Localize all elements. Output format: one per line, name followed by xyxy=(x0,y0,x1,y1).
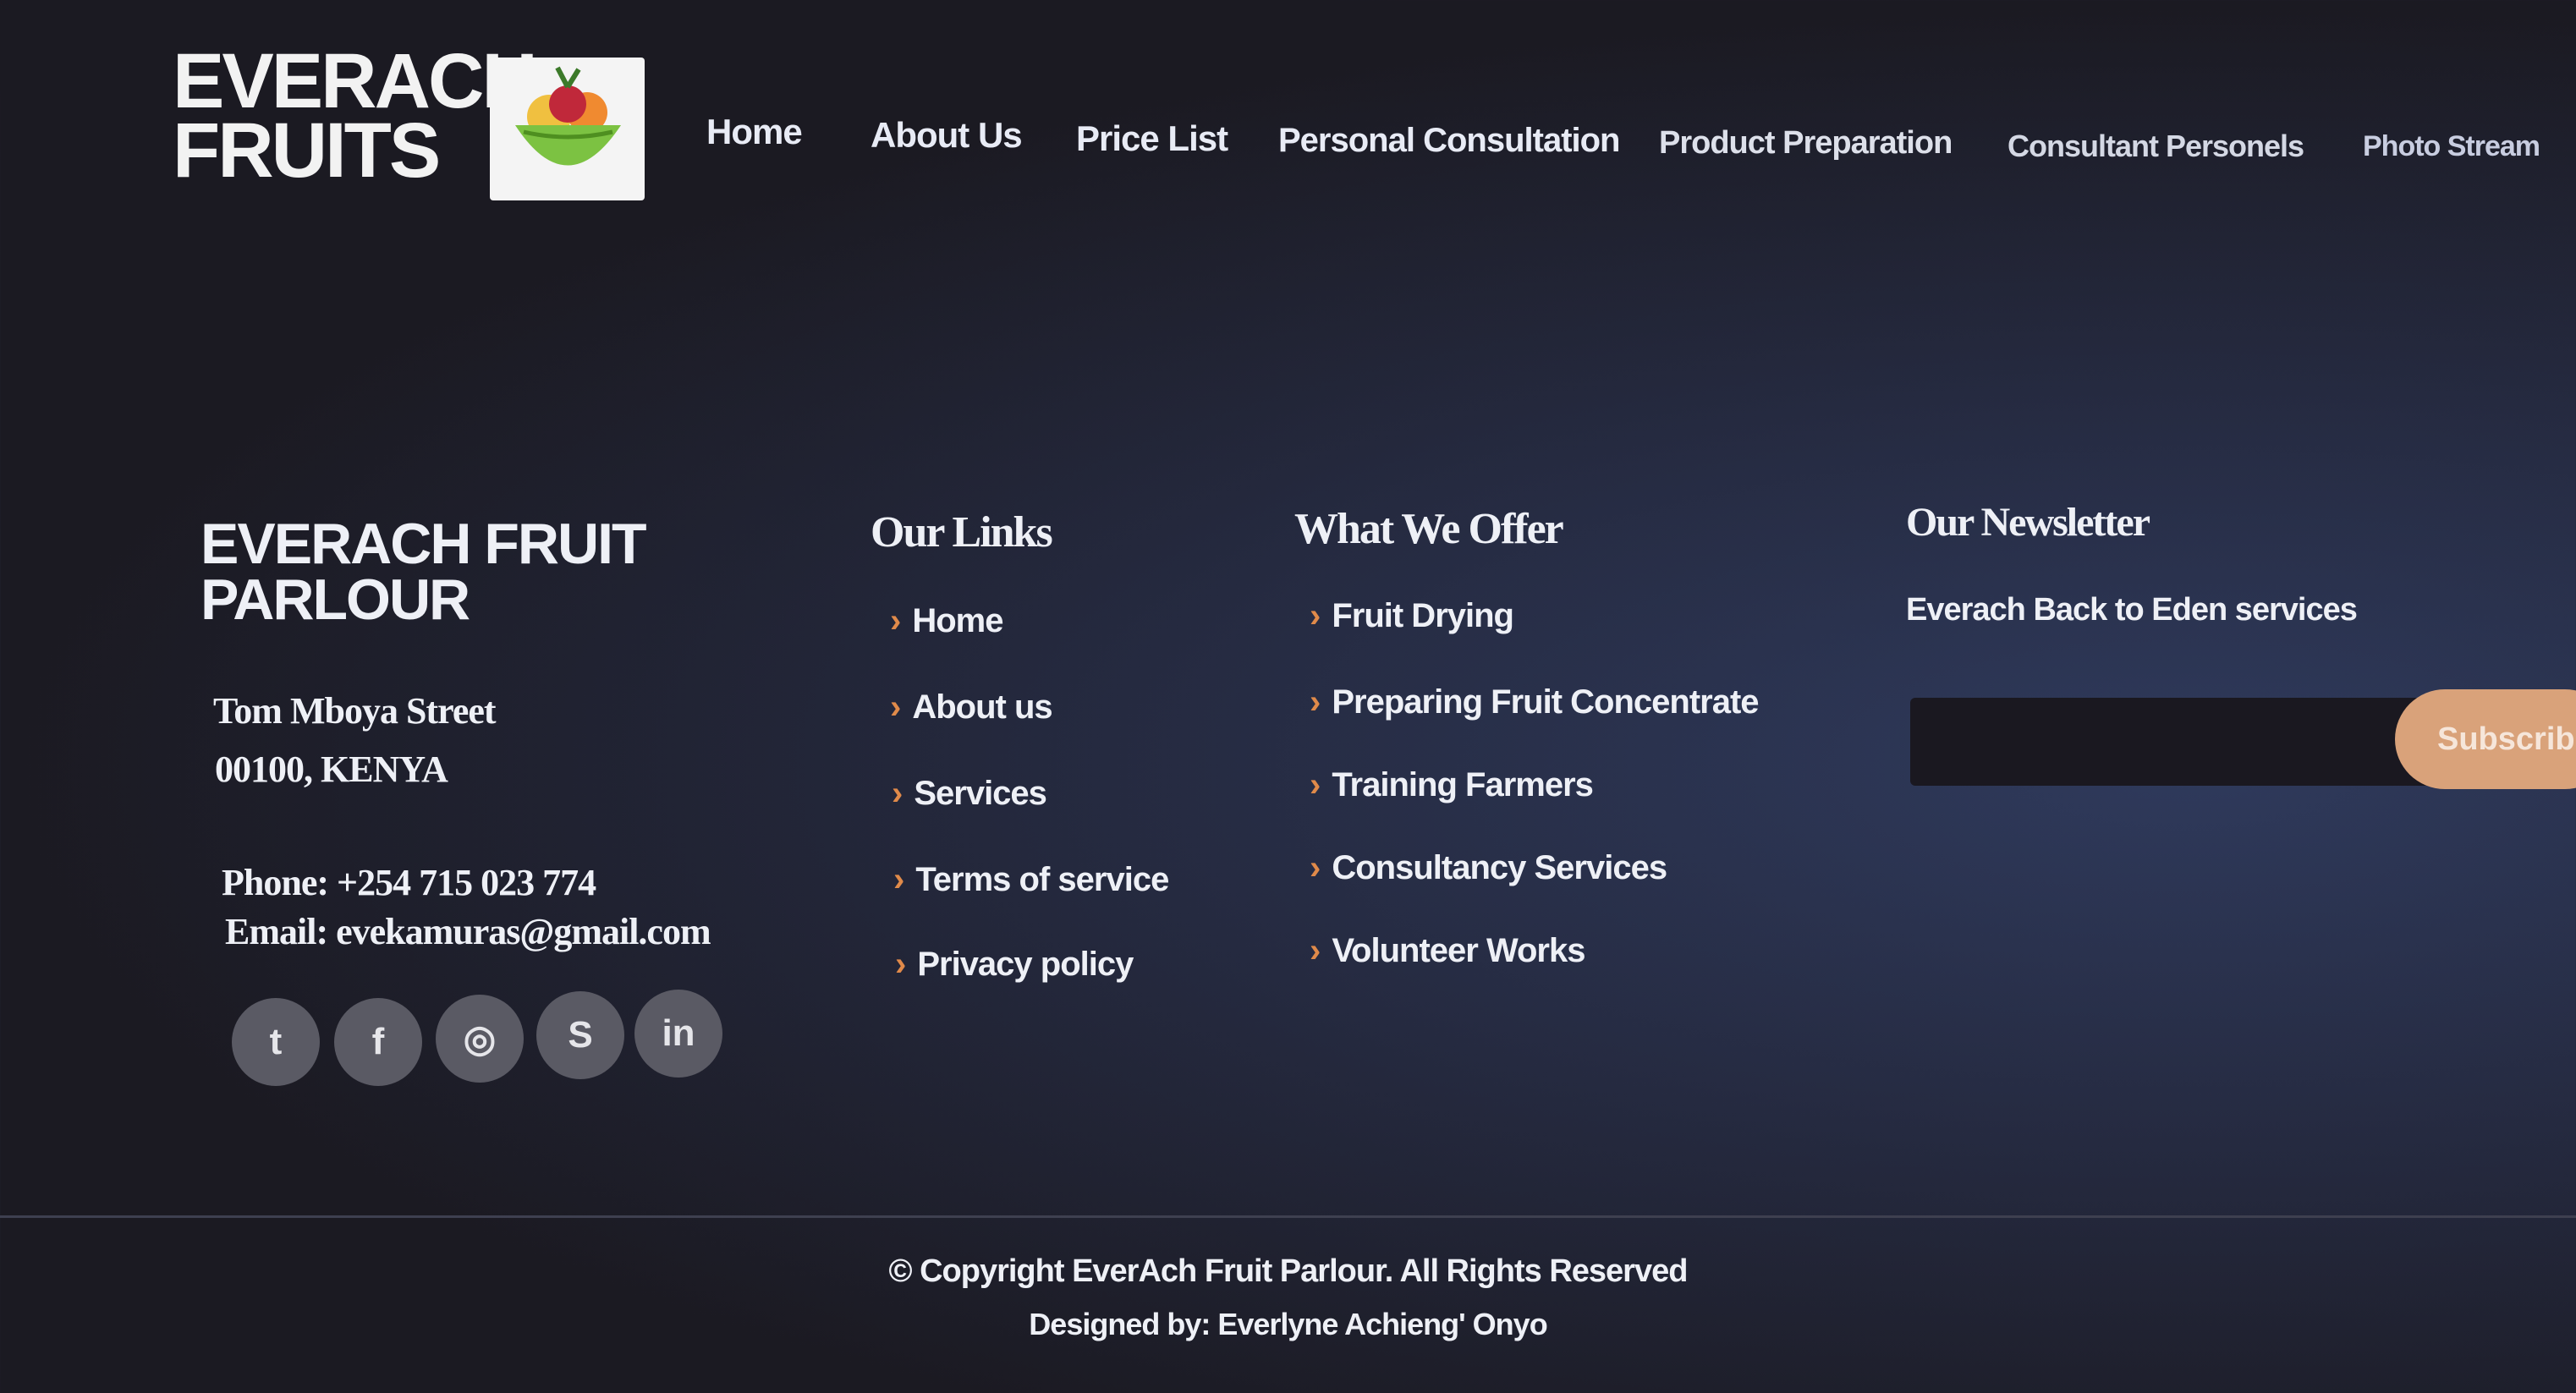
chevron-right-icon: › xyxy=(895,946,906,983)
chevron-right-icon: › xyxy=(1310,932,1321,969)
nav-product-preparation[interactable]: Product Preparation xyxy=(1659,125,1953,162)
chevron-right-icon: › xyxy=(890,688,901,726)
link-label: Home xyxy=(912,602,1003,639)
skype-icon[interactable]: S xyxy=(536,991,624,1079)
logo-line-1: EVERACH xyxy=(173,38,538,124)
offer-fruit-concentrate[interactable]: › Preparing Fruit Concentrate xyxy=(1310,683,1760,721)
linkedin-icon[interactable]: in xyxy=(634,990,722,1078)
nav-home[interactable]: Home xyxy=(706,112,803,152)
newsletter-heading: Our Newsletter xyxy=(1906,500,2150,545)
chevron-right-icon: › xyxy=(890,602,901,639)
address-line-2: 00100, KENYA xyxy=(215,749,448,790)
offer-label: Volunteer Works xyxy=(1332,932,1585,969)
footer-link-privacy[interactable]: › Privacy policy xyxy=(895,946,1134,984)
nav-about-us[interactable]: About Us xyxy=(871,115,1023,156)
newsletter-text: Everach Back to Eden services xyxy=(1906,592,2358,628)
offer-heading: What We Offer xyxy=(1294,505,1564,553)
footer-divider xyxy=(0,1215,2576,1218)
nav-personal-consultation[interactable]: Personal Consultation xyxy=(1278,122,1620,160)
chevron-right-icon: › xyxy=(892,775,903,812)
link-label: Services xyxy=(914,775,1047,812)
facebook-icon[interactable]: f xyxy=(334,998,422,1086)
instagram-icon[interactable]: ◎ xyxy=(436,995,524,1083)
logo-line-2: FRUITS xyxy=(173,107,441,194)
copyright: © Copyright EverAch Fruit Parlour. All R… xyxy=(888,1253,1689,1289)
subscribe-button[interactable]: Subscribe xyxy=(2395,689,2576,789)
link-label: Privacy policy xyxy=(917,946,1134,983)
offer-label: Fruit Drying xyxy=(1332,597,1514,634)
chevron-right-icon: › xyxy=(1310,766,1321,803)
phone: Phone: +254 715 023 774 xyxy=(222,862,596,903)
chevron-right-icon: › xyxy=(1310,683,1321,721)
offer-fruit-drying[interactable]: › Fruit Drying xyxy=(1310,597,1514,635)
links-heading: Our Links xyxy=(871,508,1053,557)
offer-consultancy[interactable]: › Consultancy Services xyxy=(1310,849,1667,887)
offer-label: Training Farmers xyxy=(1332,766,1594,803)
email[interactable]: Email: evekamuras@gmail.com xyxy=(225,910,711,953)
designed-by: Designed by: Everlyne Achieng' Onyo xyxy=(1029,1307,1547,1341)
offer-label: Consultancy Services xyxy=(1332,849,1667,886)
chevron-right-icon: › xyxy=(1310,849,1321,886)
twitter-icon[interactable]: t xyxy=(232,998,320,1086)
offer-label: Preparing Fruit Concentrate xyxy=(1332,683,1759,721)
nav-photo-stream[interactable]: Photo Stream xyxy=(2363,130,2540,163)
nav-consultant-personels[interactable]: Consultant Personels xyxy=(2008,129,2304,164)
nav-price-list[interactable]: Price List xyxy=(1076,118,1228,159)
footer-link-services[interactable]: › Services xyxy=(892,775,1047,813)
offer-volunteer[interactable]: › Volunteer Works xyxy=(1310,932,1585,970)
address-line-1: Tom Mboya Street xyxy=(213,690,497,732)
chevron-right-icon: › xyxy=(893,861,904,898)
footer-brand: EVERACH FRUIT PARLOUR xyxy=(200,512,647,632)
newsletter-email-input[interactable] xyxy=(1910,698,2452,786)
footer-link-terms[interactable]: › Terms of service xyxy=(893,861,1169,899)
fruit-bowl-logo-icon[interactable] xyxy=(490,58,645,200)
footer-link-about-us[interactable]: › About us xyxy=(890,688,1053,727)
chevron-right-icon: › xyxy=(1310,597,1321,634)
link-label: About us xyxy=(912,688,1052,726)
logo-text[interactable]: EVERACH FRUITS xyxy=(173,38,538,194)
footer-link-home[interactable]: › Home xyxy=(890,602,1003,640)
link-label: Terms of service xyxy=(915,861,1169,898)
offer-training-farmers[interactable]: › Training Farmers xyxy=(1310,766,1594,804)
